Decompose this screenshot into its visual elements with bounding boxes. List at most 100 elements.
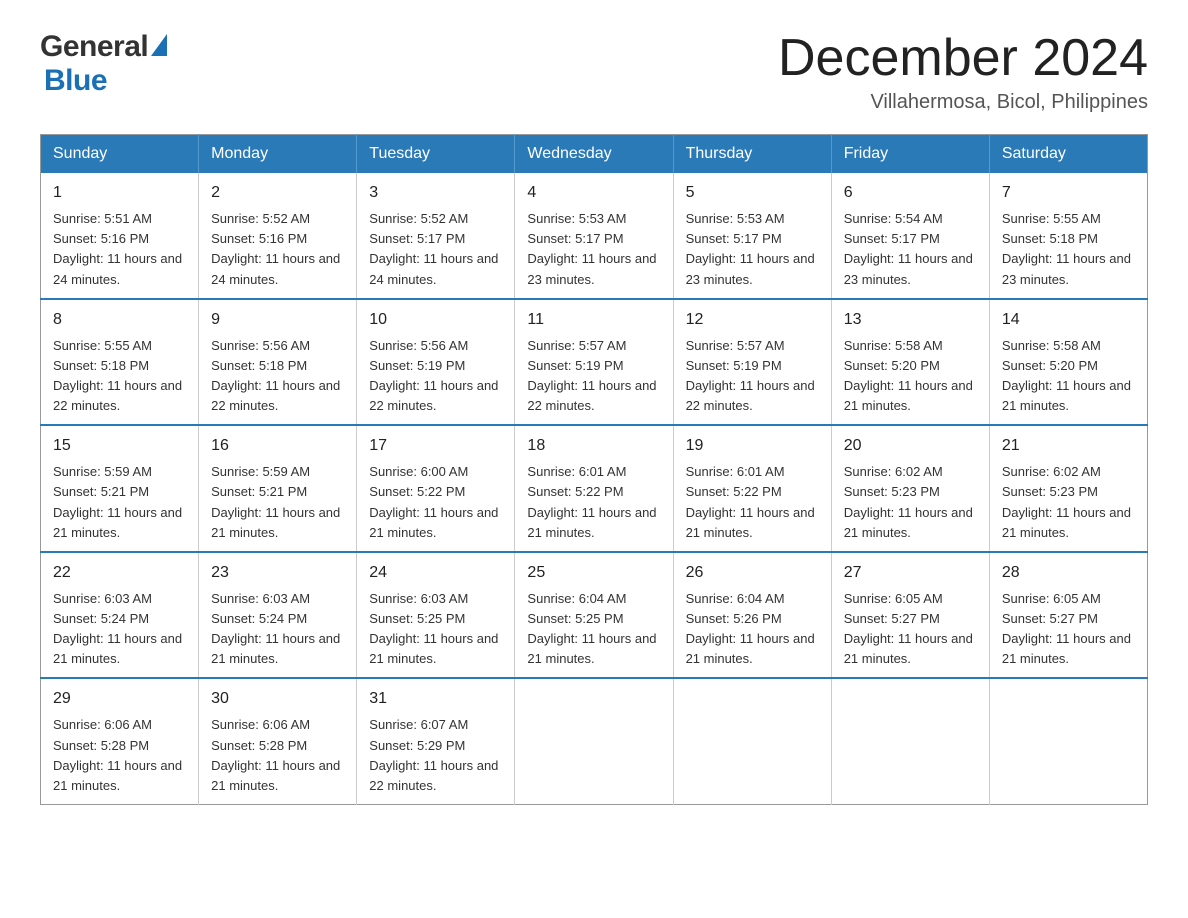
day-number: 7 (1002, 181, 1135, 205)
day-info: Sunrise: 5:55 AMSunset: 5:18 PMDaylight:… (53, 338, 182, 413)
day-number: 14 (1002, 308, 1135, 332)
calendar-cell: 14 Sunrise: 5:58 AMSunset: 5:20 PMDaylig… (989, 299, 1147, 426)
calendar-cell: 9 Sunrise: 5:56 AMSunset: 5:18 PMDayligh… (199, 299, 357, 426)
calendar-cell: 2 Sunrise: 5:52 AMSunset: 5:16 PMDayligh… (199, 173, 357, 299)
day-number: 30 (211, 687, 344, 711)
calendar-cell: 18 Sunrise: 6:01 AMSunset: 5:22 PMDaylig… (515, 425, 673, 552)
day-number: 21 (1002, 434, 1135, 458)
day-info: Sunrise: 5:57 AMSunset: 5:19 PMDaylight:… (686, 338, 815, 413)
day-number: 16 (211, 434, 344, 458)
calendar-cell: 1 Sunrise: 5:51 AMSunset: 5:16 PMDayligh… (41, 173, 199, 299)
calendar-week-row: 22 Sunrise: 6:03 AMSunset: 5:24 PMDaylig… (41, 552, 1148, 679)
calendar-cell: 22 Sunrise: 6:03 AMSunset: 5:24 PMDaylig… (41, 552, 199, 679)
day-number: 18 (527, 434, 660, 458)
calendar-cell: 11 Sunrise: 5:57 AMSunset: 5:19 PMDaylig… (515, 299, 673, 426)
calendar-cell: 30 Sunrise: 6:06 AMSunset: 5:28 PMDaylig… (199, 678, 357, 804)
calendar-cell: 28 Sunrise: 6:05 AMSunset: 5:27 PMDaylig… (989, 552, 1147, 679)
day-info: Sunrise: 6:07 AMSunset: 5:29 PMDaylight:… (369, 717, 498, 792)
calendar-cell: 3 Sunrise: 5:52 AMSunset: 5:17 PMDayligh… (357, 173, 515, 299)
day-number: 26 (686, 561, 819, 585)
day-number: 23 (211, 561, 344, 585)
day-info: Sunrise: 5:53 AMSunset: 5:17 PMDaylight:… (527, 211, 656, 286)
day-number: 9 (211, 308, 344, 332)
calendar-week-row: 1 Sunrise: 5:51 AMSunset: 5:16 PMDayligh… (41, 173, 1148, 299)
calendar-week-row: 8 Sunrise: 5:55 AMSunset: 5:18 PMDayligh… (41, 299, 1148, 426)
day-number: 19 (686, 434, 819, 458)
column-header-monday: Monday (199, 135, 357, 174)
calendar-cell (831, 678, 989, 804)
day-number: 17 (369, 434, 502, 458)
day-number: 8 (53, 308, 186, 332)
day-number: 11 (527, 308, 660, 332)
day-info: Sunrise: 5:54 AMSunset: 5:17 PMDaylight:… (844, 211, 973, 286)
day-number: 13 (844, 308, 977, 332)
day-number: 22 (53, 561, 186, 585)
day-info: Sunrise: 5:52 AMSunset: 5:17 PMDaylight:… (369, 211, 498, 286)
column-header-friday: Friday (831, 135, 989, 174)
calendar-cell: 26 Sunrise: 6:04 AMSunset: 5:26 PMDaylig… (673, 552, 831, 679)
page-header: General Blue December 2024 Villahermosa,… (40, 30, 1148, 114)
day-info: Sunrise: 5:52 AMSunset: 5:16 PMDaylight:… (211, 211, 340, 286)
calendar-cell: 15 Sunrise: 5:59 AMSunset: 5:21 PMDaylig… (41, 425, 199, 552)
day-number: 4 (527, 181, 660, 205)
calendar-header-row: SundayMondayTuesdayWednesdayThursdayFrid… (41, 135, 1148, 174)
logo-arrow-icon (151, 34, 167, 56)
calendar-cell: 23 Sunrise: 6:03 AMSunset: 5:24 PMDaylig… (199, 552, 357, 679)
calendar-cell: 27 Sunrise: 6:05 AMSunset: 5:27 PMDaylig… (831, 552, 989, 679)
calendar-cell: 31 Sunrise: 6:07 AMSunset: 5:29 PMDaylig… (357, 678, 515, 804)
day-info: Sunrise: 5:59 AMSunset: 5:21 PMDaylight:… (211, 464, 340, 539)
day-number: 1 (53, 181, 186, 205)
day-info: Sunrise: 6:01 AMSunset: 5:22 PMDaylight:… (686, 464, 815, 539)
column-header-wednesday: Wednesday (515, 135, 673, 174)
day-info: Sunrise: 6:03 AMSunset: 5:25 PMDaylight:… (369, 591, 498, 666)
day-number: 5 (686, 181, 819, 205)
day-info: Sunrise: 6:04 AMSunset: 5:26 PMDaylight:… (686, 591, 815, 666)
column-header-saturday: Saturday (989, 135, 1147, 174)
location-subtitle: Villahermosa, Bicol, Philippines (778, 91, 1148, 114)
calendar-cell: 5 Sunrise: 5:53 AMSunset: 5:17 PMDayligh… (673, 173, 831, 299)
day-number: 20 (844, 434, 977, 458)
day-number: 29 (53, 687, 186, 711)
day-info: Sunrise: 5:58 AMSunset: 5:20 PMDaylight:… (844, 338, 973, 413)
day-info: Sunrise: 6:03 AMSunset: 5:24 PMDaylight:… (211, 591, 340, 666)
calendar-cell: 17 Sunrise: 6:00 AMSunset: 5:22 PMDaylig… (357, 425, 515, 552)
logo-blue-text: Blue (44, 64, 107, 98)
calendar-cell: 29 Sunrise: 6:06 AMSunset: 5:28 PMDaylig… (41, 678, 199, 804)
day-info: Sunrise: 6:06 AMSunset: 5:28 PMDaylight:… (53, 717, 182, 792)
calendar-cell: 8 Sunrise: 5:55 AMSunset: 5:18 PMDayligh… (41, 299, 199, 426)
day-info: Sunrise: 5:56 AMSunset: 5:19 PMDaylight:… (369, 338, 498, 413)
calendar-cell: 25 Sunrise: 6:04 AMSunset: 5:25 PMDaylig… (515, 552, 673, 679)
calendar-cell (989, 678, 1147, 804)
day-info: Sunrise: 5:51 AMSunset: 5:16 PMDaylight:… (53, 211, 182, 286)
column-header-tuesday: Tuesday (357, 135, 515, 174)
calendar-cell (515, 678, 673, 804)
day-info: Sunrise: 5:53 AMSunset: 5:17 PMDaylight:… (686, 211, 815, 286)
day-number: 31 (369, 687, 502, 711)
day-number: 3 (369, 181, 502, 205)
day-info: Sunrise: 6:02 AMSunset: 5:23 PMDaylight:… (1002, 464, 1131, 539)
title-section: December 2024 Villahermosa, Bicol, Phili… (778, 30, 1148, 114)
day-info: Sunrise: 5:56 AMSunset: 5:18 PMDaylight:… (211, 338, 340, 413)
day-number: 15 (53, 434, 186, 458)
day-number: 27 (844, 561, 977, 585)
day-info: Sunrise: 6:05 AMSunset: 5:27 PMDaylight:… (844, 591, 973, 666)
day-number: 24 (369, 561, 502, 585)
calendar-cell: 10 Sunrise: 5:56 AMSunset: 5:19 PMDaylig… (357, 299, 515, 426)
day-info: Sunrise: 6:04 AMSunset: 5:25 PMDaylight:… (527, 591, 656, 666)
day-number: 28 (1002, 561, 1135, 585)
calendar-cell: 20 Sunrise: 6:02 AMSunset: 5:23 PMDaylig… (831, 425, 989, 552)
calendar-cell: 19 Sunrise: 6:01 AMSunset: 5:22 PMDaylig… (673, 425, 831, 552)
column-header-thursday: Thursday (673, 135, 831, 174)
day-info: Sunrise: 5:57 AMSunset: 5:19 PMDaylight:… (527, 338, 656, 413)
calendar-week-row: 15 Sunrise: 5:59 AMSunset: 5:21 PMDaylig… (41, 425, 1148, 552)
day-number: 2 (211, 181, 344, 205)
calendar-week-row: 29 Sunrise: 6:06 AMSunset: 5:28 PMDaylig… (41, 678, 1148, 804)
day-number: 10 (369, 308, 502, 332)
day-info: Sunrise: 6:01 AMSunset: 5:22 PMDaylight:… (527, 464, 656, 539)
day-info: Sunrise: 6:03 AMSunset: 5:24 PMDaylight:… (53, 591, 182, 666)
day-info: Sunrise: 6:00 AMSunset: 5:22 PMDaylight:… (369, 464, 498, 539)
day-info: Sunrise: 6:02 AMSunset: 5:23 PMDaylight:… (844, 464, 973, 539)
logo-general-text: General (40, 30, 148, 64)
calendar-table: SundayMondayTuesdayWednesdayThursdayFrid… (40, 134, 1148, 805)
day-number: 25 (527, 561, 660, 585)
